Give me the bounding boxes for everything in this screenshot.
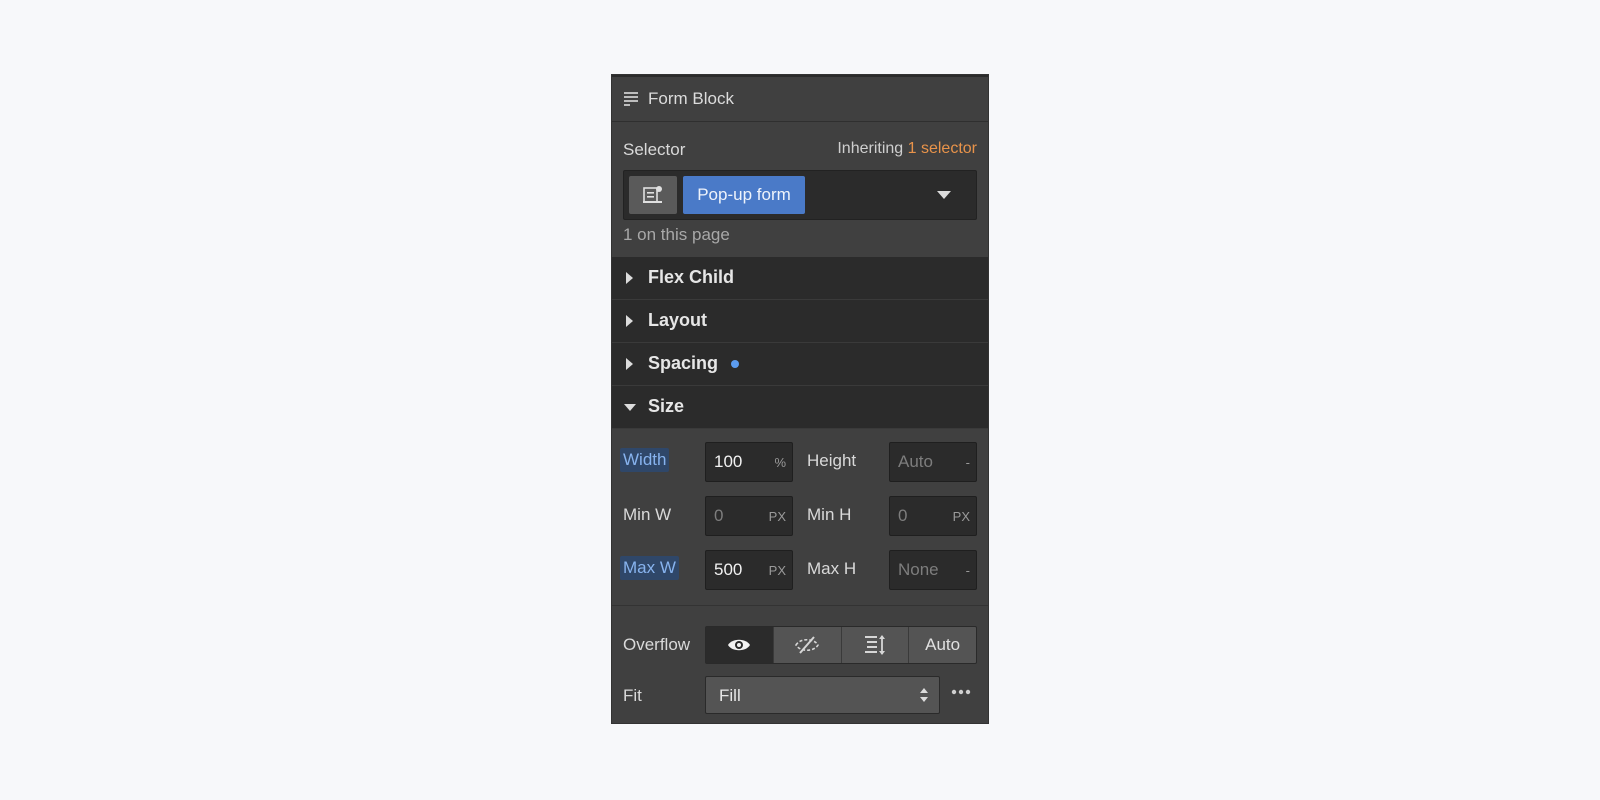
chevron-down-icon[interactable] — [937, 191, 951, 199]
section-spacing-label: Spacing — [648, 353, 719, 373]
min-height-label[interactable]: Min H — [807, 505, 851, 525]
on-page-count: 1 on this page — [623, 225, 730, 244]
section-size[interactable]: Size — [612, 386, 988, 429]
chevron-right-icon — [626, 272, 633, 284]
fit-select[interactable]: Fill — [705, 676, 940, 714]
min-height-input[interactable]: 0 PX — [889, 496, 977, 536]
inheriting-text: Inheriting 1 selector — [837, 140, 977, 158]
overflow-auto-label: Auto — [925, 635, 961, 654]
chevron-right-icon — [626, 358, 633, 370]
width-input[interactable]: 100 % — [705, 442, 793, 482]
overflow-auto-button[interactable]: Auto — [909, 627, 976, 663]
height-label[interactable]: Height — [807, 451, 856, 471]
height-value: Auto — [898, 452, 933, 471]
more-options-icon[interactable] — [951, 689, 971, 695]
width-unit[interactable]: % — [774, 455, 786, 470]
chevron-right-icon — [626, 315, 633, 327]
height-input[interactable]: Auto - — [889, 442, 977, 482]
overflow-scroll-button[interactable] — [842, 627, 910, 663]
min-height-value: 0 — [898, 506, 908, 525]
max-height-unit[interactable]: - — [966, 563, 970, 578]
section-flex-child[interactable]: Flex Child — [612, 257, 988, 300]
selector-type-button[interactable] — [629, 176, 677, 214]
max-width-input[interactable]: 500 PX — [705, 550, 793, 590]
max-height-value: None — [898, 560, 939, 579]
selector-label: Selector — [623, 140, 686, 159]
canvas: Form Block Selector Inheriting 1 selecto… — [0, 0, 1600, 800]
inheriting-count-link[interactable]: 1 selector — [908, 140, 977, 157]
class-selector-icon — [643, 186, 662, 203]
form-block-icon — [624, 92, 638, 106]
overflow-segmented-control: Auto — [705, 626, 977, 664]
section-layout[interactable]: Layout — [612, 300, 988, 343]
min-height-unit[interactable]: PX — [953, 509, 970, 524]
max-height-label[interactable]: Max H — [807, 559, 856, 579]
eye-slash-icon — [795, 636, 820, 654]
overflow-hidden-button[interactable] — [774, 627, 842, 663]
scroll-icon — [864, 635, 885, 655]
section-flex-child-label: Flex Child — [648, 267, 735, 287]
min-width-input[interactable]: 0 PX — [705, 496, 793, 536]
section-layout-label: Layout — [648, 310, 708, 330]
min-width-label[interactable]: Min W — [623, 505, 671, 525]
min-width-unit[interactable]: PX — [769, 509, 786, 524]
max-height-input[interactable]: None - — [889, 550, 977, 590]
panel-header: Form Block — [612, 77, 988, 122]
fit-label: Fit — [623, 686, 642, 705]
width-value: 100 — [714, 452, 743, 471]
width-label[interactable]: Width — [620, 448, 670, 472]
divider — [612, 605, 988, 606]
section-size-label: Size — [648, 396, 685, 416]
modified-indicator-dot — [731, 360, 739, 368]
overflow-label: Overflow — [623, 635, 691, 654]
min-width-value: 0 — [714, 506, 724, 525]
fit-select-value: Fill — [719, 686, 741, 705]
max-width-label[interactable]: Max W — [620, 556, 679, 580]
height-unit[interactable]: - — [966, 455, 970, 470]
eye-icon — [728, 639, 751, 651]
chevron-down-icon — [624, 404, 636, 411]
selector-class-tag[interactable]: Pop-up form — [683, 176, 805, 214]
overflow-visible-button[interactable] — [706, 627, 774, 663]
section-spacing[interactable]: Spacing — [612, 343, 988, 386]
select-arrows-icon — [920, 688, 928, 702]
inheriting-prefix: Inheriting — [837, 140, 904, 157]
max-width-unit[interactable]: PX — [769, 563, 786, 578]
max-width-value: 500 — [714, 560, 743, 579]
panel-title: Form Block — [648, 89, 734, 108]
